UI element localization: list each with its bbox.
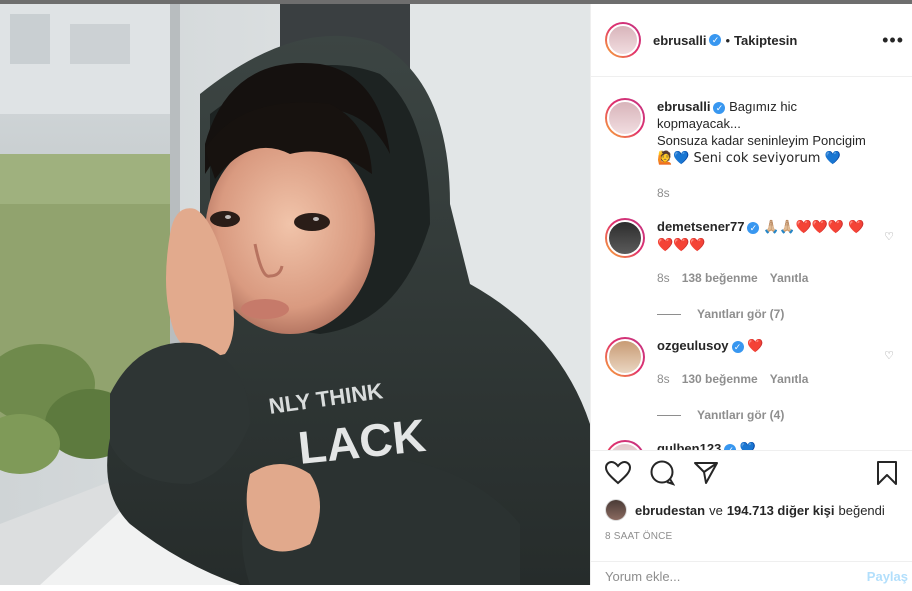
reply-button[interactable]: Yanıtla	[770, 270, 809, 287]
more-options-icon[interactable]: •••	[882, 30, 904, 51]
comment-time[interactable]: 8s	[657, 371, 670, 388]
comment-item: demetsener77 ✓ 🙏🏼🙏🏼❤️❤️❤️ ❤️❤️❤️❤️ 8s 138…	[605, 218, 898, 287]
post-comment-button[interactable]: Paylaş	[867, 569, 908, 584]
reply-button[interactable]: Yanıtla	[770, 371, 809, 388]
like-comment-heart-icon[interactable]: ♡	[884, 349, 894, 362]
owner-username[interactable]: ebrusalli	[653, 33, 706, 48]
share-paper-plane-icon[interactable]	[693, 461, 719, 490]
view-replies-label[interactable]: Yanıtları gör (4)	[697, 408, 784, 422]
comment-body: demetsener77 ✓ 🙏🏼🙏🏼❤️❤️❤️ ❤️❤️❤️❤️ 8s 138…	[657, 218, 879, 287]
likes-suffix: beğendi	[838, 502, 885, 518]
liker-avatar[interactable]	[605, 499, 627, 521]
liker-username[interactable]: ebrudestan	[635, 503, 705, 518]
comment-body: ozgeulusoy ✓ ❤️ 8s 130 beğenme Yanıtla	[657, 337, 879, 388]
comment-body: gulben123 ✓ 💙	[657, 440, 879, 450]
view-replies-label[interactable]: Yanıtları gör (7)	[697, 307, 784, 321]
post-timestamp[interactable]: 8 SAAT ÖNCE	[605, 531, 898, 542]
caption-body: ebrusalli ✓ Bagımız hic kopmayacak... Son…	[657, 98, 879, 202]
comment-username[interactable]: gulben123	[657, 441, 721, 450]
post-photo[interactable]: NLY THINK LACK	[0, 4, 590, 585]
owner-avatar[interactable]	[605, 22, 641, 58]
caption-emoji-line: 🙋💙 Seni cok seviyorum 💙	[657, 151, 841, 166]
verified-icon: ✓	[713, 101, 726, 114]
caption-time[interactable]: 8s	[657, 185, 670, 202]
separator-dot: •	[725, 32, 731, 48]
commenter-avatar[interactable]	[605, 218, 645, 258]
comment-input[interactable]: Yorum ekle...	[605, 569, 680, 584]
view-replies[interactable]: Yanıtları gör (7)	[657, 307, 898, 321]
likes-summary: ebrudestan ve 194.713 diğer kişi beğendi	[605, 499, 898, 521]
save-bookmark-icon[interactable]	[876, 460, 898, 491]
follow-status-button[interactable]: Takiptesin	[734, 33, 797, 48]
post-header: ebrusalli ✓ • Takiptesin •••	[591, 4, 912, 77]
comment-likes[interactable]: 138 beğenme	[682, 270, 758, 287]
caption: ebrusalli ✓ Bagımız hic kopmayacak... Son…	[605, 98, 898, 202]
comment-item: gulben123✓ 💙 ♡	[605, 440, 898, 450]
verified-icon: ✓	[709, 34, 722, 46]
verified-icon: ✓	[731, 340, 744, 353]
comment-username[interactable]: ozgeulusoy	[657, 338, 729, 353]
comment-item: ozgeulusoy ✓ ❤️ 8s 130 beğenme Yanıtla ♡	[605, 337, 898, 388]
comment-bubble-icon[interactable]	[649, 460, 676, 491]
comment-text: ❤️	[747, 339, 764, 354]
caption-text-line2: Sonsuza kadar seninleyim Poncigim	[657, 133, 866, 148]
action-icons	[604, 451, 898, 499]
view-replies[interactable]: Yanıtları gör (4)	[657, 408, 898, 422]
caption-avatar[interactable]	[605, 98, 645, 138]
likes-connector: ve	[709, 502, 723, 518]
comment-likes[interactable]: 130 beğenme	[682, 371, 758, 388]
commenter-avatar[interactable]	[605, 337, 645, 377]
comments-list: ebrusalli ✓ Bagımız hic kopmayacak... Son…	[591, 78, 912, 450]
replies-line	[657, 414, 681, 416]
comment-username[interactable]: demetsener77	[657, 219, 744, 234]
like-comment-heart-icon[interactable]: ♡	[884, 230, 894, 243]
post-actions-section: ebrudestan ve 194.713 diğer kişi beğendi…	[591, 450, 912, 589]
comment-text: 💙	[739, 442, 757, 450]
commenter-avatar[interactable]	[605, 440, 645, 450]
caption-username[interactable]: ebrusalli	[657, 99, 710, 114]
add-comment-bar: Yorum ekle... Paylaş	[591, 561, 912, 591]
replies-line	[657, 313, 681, 315]
post-side-panel: ebrusalli ✓ • Takiptesin ••• ebrusalli ✓ …	[590, 4, 912, 585]
verified-icon: ✓	[747, 221, 760, 234]
likes-count[interactable]: 194.713 diğer kişi	[727, 503, 835, 518]
comment-time[interactable]: 8s	[657, 270, 670, 287]
photo-child-hoodie: NLY THINK LACK	[0, 4, 590, 585]
like-heart-icon[interactable]	[604, 460, 632, 490]
